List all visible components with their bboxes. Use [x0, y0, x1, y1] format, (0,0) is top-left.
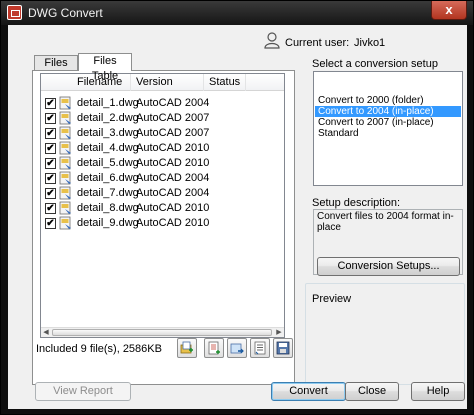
- row-version: AutoCAD 2010: [136, 202, 210, 214]
- dwg-convert-window: DWG Convert x Current user: Jivko1 Files…: [0, 0, 474, 415]
- row-checkbox[interactable]: ✔: [45, 218, 56, 229]
- convert-button[interactable]: Convert: [271, 382, 346, 401]
- save-list-button[interactable]: [273, 338, 293, 358]
- setup-option[interactable]: Standard: [315, 128, 461, 139]
- table-row[interactable]: ✔ detail_6.dwg AutoCAD 2004: [41, 171, 284, 186]
- column-divider[interactable]: [245, 74, 246, 91]
- row-checkbox[interactable]: ✔: [45, 173, 56, 184]
- row-version: AutoCAD 2010: [136, 217, 210, 229]
- setup-list-label: Select a conversion setup: [312, 58, 438, 70]
- list-header: Filename Version Status: [41, 74, 284, 91]
- row-filename: detail_5.dwg: [77, 157, 139, 169]
- file-list-button[interactable]: [250, 338, 270, 358]
- row-filename: detail_2.dwg: [77, 112, 139, 124]
- setup-option-selected[interactable]: Convert to 2004 (in-place): [315, 106, 461, 117]
- file-list-icon: [254, 341, 266, 355]
- dwg-file-icon: [59, 171, 71, 185]
- current-user-label: Current user:: [285, 37, 350, 49]
- row-filename: detail_6.dwg: [77, 172, 139, 184]
- file-list[interactable]: Filename Version Status ✔detail_1.dwgAut…: [40, 73, 285, 338]
- row-version: AutoCAD 2007: [136, 127, 210, 139]
- row-version: AutoCAD 2010: [136, 157, 210, 169]
- files-table-panel: Filename Version Status ✔detail_1.dwgAut…: [32, 70, 295, 385]
- table-row[interactable]: ✔ detail_1.dwg AutoCAD 2004: [41, 96, 284, 111]
- row-version: AutoCAD 2004: [136, 97, 210, 109]
- dwg-file-icon: [59, 96, 71, 110]
- save-list-icon: [276, 341, 290, 355]
- row-checkbox[interactable]: ✔: [45, 143, 56, 154]
- title-bar[interactable]: DWG Convert x: [1, 1, 473, 25]
- close-button[interactable]: Close: [345, 382, 399, 401]
- user-icon: [264, 32, 280, 49]
- row-version: AutoCAD 2004: [136, 172, 210, 184]
- preview-label: Preview: [312, 293, 352, 305]
- dwg-file-icon: [59, 126, 71, 140]
- included-summary: Included 9 file(s), 2586KB: [36, 343, 162, 355]
- horizontal-scrollbar[interactable]: ◀ ▶: [41, 327, 284, 337]
- scroll-left-icon[interactable]: ◀: [41, 328, 51, 337]
- tab-files-table[interactable]: Files Table: [78, 53, 132, 82]
- help-button[interactable]: Help: [411, 382, 465, 401]
- setup-option[interactable]: Convert to 2007 (in-place): [315, 117, 461, 128]
- app-icon: [7, 5, 22, 20]
- dwg-file-icon: [59, 186, 71, 200]
- current-user-name: Jivko1: [354, 37, 386, 49]
- setup-description-label: Setup description:: [312, 197, 401, 209]
- table-row[interactable]: ✔ detail_2.dwg AutoCAD 2007: [41, 111, 284, 126]
- dwg-file-icon: [59, 111, 71, 125]
- window-title: DWG Convert: [28, 6, 103, 20]
- row-checkbox[interactable]: ✔: [45, 98, 56, 109]
- row-version: AutoCAD 2004: [136, 187, 210, 199]
- dwg-file-icon: [59, 216, 71, 230]
- add-files-button[interactable]: [177, 338, 197, 358]
- conversion-setups-button[interactable]: Conversion Setups...: [317, 257, 460, 276]
- table-row[interactable]: ✔ detail_4.dwg AutoCAD 2010: [41, 141, 284, 156]
- dwg-file-icon: [59, 141, 71, 155]
- scrollbar-thumb[interactable]: [52, 329, 272, 336]
- conversion-setup-list[interactable]: Convert to 2000 (folder) Convert to 2004…: [313, 71, 463, 186]
- table-row[interactable]: ✔ detail_5.dwg AutoCAD 2010: [41, 156, 284, 171]
- remove-files-icon: [230, 343, 244, 354]
- add-files-icon: [180, 341, 193, 354]
- column-version[interactable]: Version: [136, 76, 173, 88]
- row-filename: detail_9.dwg: [77, 217, 139, 229]
- row-checkbox[interactable]: ✔: [45, 188, 56, 199]
- column-divider[interactable]: [130, 74, 131, 91]
- table-row[interactable]: ✔ detail_3.dwg AutoCAD 2007: [41, 126, 284, 141]
- column-divider[interactable]: [203, 74, 204, 91]
- row-checkbox[interactable]: ✔: [45, 128, 56, 139]
- dwg-file-icon: [59, 201, 71, 215]
- view-report-button[interactable]: View Report: [35, 382, 131, 401]
- setup-option[interactable]: Convert to 2000 (folder): [315, 95, 461, 106]
- scroll-right-icon[interactable]: ▶: [274, 328, 284, 337]
- row-filename: detail_7.dwg: [77, 187, 139, 199]
- column-status[interactable]: Status: [209, 76, 240, 88]
- table-row[interactable]: ✔ detail_8.dwg AutoCAD 2010: [41, 201, 284, 216]
- dwg-file-icon: [59, 156, 71, 170]
- row-checkbox[interactable]: ✔: [45, 203, 56, 214]
- remove-files-button[interactable]: [227, 338, 247, 358]
- row-checkbox[interactable]: ✔: [45, 158, 56, 169]
- row-filename: detail_3.dwg: [77, 127, 139, 139]
- add-folder-button[interactable]: [204, 338, 224, 358]
- dialog-body: Current user: Jivko1 Files Tree Files Ta…: [8, 25, 467, 409]
- row-version: AutoCAD 2010: [136, 142, 210, 154]
- row-version: AutoCAD 2007: [136, 112, 210, 124]
- row-checkbox[interactable]: ✔: [45, 113, 56, 124]
- add-folder-icon: [208, 341, 220, 355]
- window-close-button[interactable]: x: [431, 1, 467, 20]
- row-filename: detail_8.dwg: [77, 202, 139, 214]
- table-row[interactable]: ✔ detail_7.dwg AutoCAD 2004: [41, 186, 284, 201]
- table-row[interactable]: ✔ detail_9.dwg AutoCAD 2010: [41, 216, 284, 231]
- row-filename: detail_4.dwg: [77, 142, 139, 154]
- row-filename: detail_1.dwg: [77, 97, 139, 109]
